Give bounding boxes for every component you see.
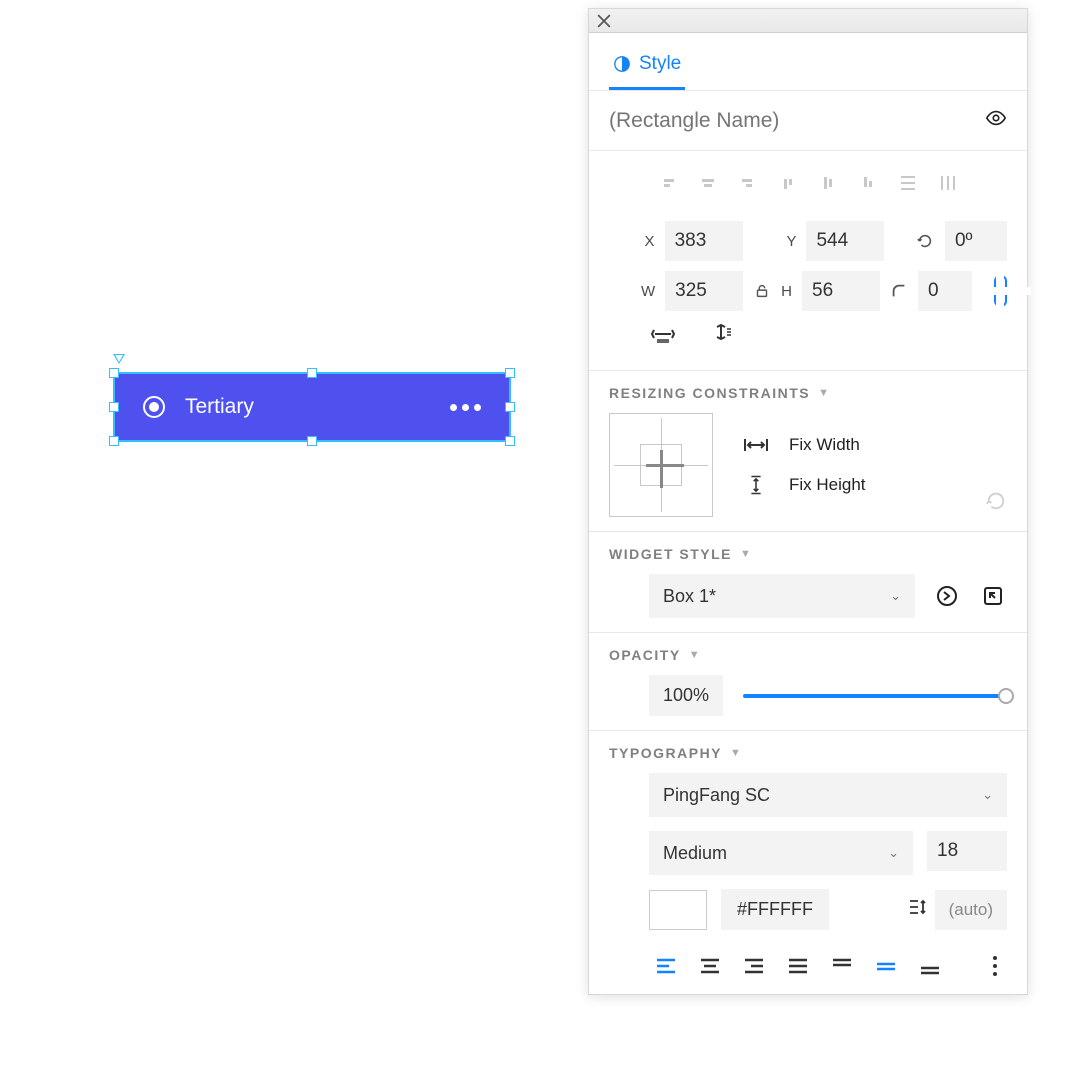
font-size-input[interactable] xyxy=(927,831,1007,871)
font-family-select[interactable]: PingFang SC ⌄ xyxy=(649,773,1007,817)
distribute-v-icon[interactable] xyxy=(931,169,965,197)
corner-radius-icon xyxy=(890,282,908,300)
align-left-icon[interactable] xyxy=(651,169,685,197)
typography-section: TYPOGRAPHY▼ PingFang SC ⌄ Medium ⌄ #FFFF… xyxy=(589,731,1027,994)
opacity-section: OPACITY▼ 100% xyxy=(589,633,1027,731)
h-label: H xyxy=(781,283,792,300)
text-align-right-icon[interactable] xyxy=(737,952,771,980)
rotate-icon[interactable] xyxy=(915,232,935,250)
close-icon[interactable] xyxy=(597,14,611,28)
detach-style-icon[interactable] xyxy=(979,582,1007,610)
text-align-left-icon[interactable] xyxy=(649,952,683,980)
constraint-diagram[interactable] xyxy=(609,413,713,517)
constraints-section: RESIZING CONSTRAINTS▼ Fix Width Fix Heig… xyxy=(589,371,1027,532)
visibility-icon[interactable] xyxy=(985,107,1007,134)
inspector-panel: Style X Y W xyxy=(588,8,1028,995)
align-bottom-icon[interactable] xyxy=(851,169,885,197)
text-color-hex[interactable]: #FFFFFF xyxy=(721,889,829,930)
fix-height-toggle[interactable]: Fix Height xyxy=(743,475,866,495)
more-options-icon[interactable] xyxy=(993,956,997,976)
align-hcenter-icon[interactable] xyxy=(691,169,725,197)
element-name-input[interactable] xyxy=(609,109,985,133)
tab-style-label: Style xyxy=(639,53,681,75)
widget-style-section: WIDGET STYLE▼ Box 1* ⌄ xyxy=(589,532,1027,633)
fit-content-button[interactable] xyxy=(994,275,1007,307)
selected-widget[interactable]: Tertiary xyxy=(113,372,511,442)
height-input[interactable] xyxy=(802,271,880,311)
element-name-row xyxy=(589,91,1027,151)
y-input[interactable] xyxy=(806,221,884,261)
reset-constraints-icon[interactable] xyxy=(985,490,1007,517)
tabs: Style xyxy=(589,33,1027,91)
x-label: X xyxy=(641,233,655,250)
align-right-icon[interactable] xyxy=(731,169,765,197)
auto-height-icon[interactable] xyxy=(709,323,733,350)
resize-handle[interactable] xyxy=(109,402,119,412)
text-align-center-icon[interactable] xyxy=(693,952,727,980)
chevron-down-icon: ⌄ xyxy=(890,588,901,604)
widget-style-select[interactable]: Box 1* ⌄ xyxy=(649,574,915,618)
w-label: W xyxy=(641,283,655,300)
font-weight-select[interactable]: Medium ⌄ xyxy=(649,831,913,875)
resize-handle[interactable] xyxy=(505,368,515,378)
constraints-header[interactable]: RESIZING CONSTRAINTS▼ xyxy=(609,385,1007,401)
opacity-slider[interactable] xyxy=(743,694,1007,698)
text-color-swatch[interactable] xyxy=(649,890,707,930)
tab-style[interactable]: Style xyxy=(609,47,685,90)
slider-thumb[interactable] xyxy=(998,688,1014,704)
widget-style-header[interactable]: WIDGET STYLE▼ xyxy=(609,546,1007,562)
alignment-row xyxy=(609,165,1007,211)
lock-aspect-icon[interactable] xyxy=(753,282,771,300)
caret-down-icon: ▼ xyxy=(740,548,752,560)
width-input[interactable] xyxy=(665,271,743,311)
widget-label: Tertiary xyxy=(185,395,450,419)
chevron-down-icon: ⌄ xyxy=(888,845,899,861)
text-align-justify-icon[interactable] xyxy=(781,952,815,980)
typography-header[interactable]: TYPOGRAPHY▼ xyxy=(609,745,1007,761)
opacity-header[interactable]: OPACITY▼ xyxy=(609,647,1007,663)
panel-titlebar[interactable] xyxy=(589,9,1027,33)
distribute-h-icon[interactable] xyxy=(891,169,925,197)
text-valign-top-icon[interactable] xyxy=(825,952,859,980)
radius-input[interactable] xyxy=(918,271,972,311)
caret-down-icon: ▼ xyxy=(818,387,830,399)
fix-width-toggle[interactable]: Fix Width xyxy=(743,435,866,455)
align-top-icon[interactable] xyxy=(771,169,805,197)
resize-handle[interactable] xyxy=(505,436,515,446)
auto-width-icon[interactable] xyxy=(651,323,675,350)
resize-handle[interactable] xyxy=(109,436,119,446)
resize-handle[interactable] xyxy=(307,436,317,446)
align-vcenter-icon[interactable] xyxy=(811,169,845,197)
radio-icon xyxy=(143,396,165,418)
text-valign-bottom-icon[interactable] xyxy=(913,952,947,980)
chevron-down-icon: ⌄ xyxy=(982,787,993,803)
resize-handle[interactable] xyxy=(109,368,119,378)
y-label: Y xyxy=(783,233,797,250)
resize-handle[interactable] xyxy=(505,402,515,412)
canvas[interactable]: Tertiary xyxy=(0,0,588,1078)
geometry-section: X Y W H xyxy=(589,151,1027,371)
caret-down-icon: ▼ xyxy=(730,747,742,759)
x-input[interactable] xyxy=(665,221,743,261)
opacity-value[interactable]: 100% xyxy=(649,675,723,716)
collapse-marker-icon[interactable] xyxy=(113,354,125,364)
resize-handle[interactable] xyxy=(307,368,317,378)
apply-style-icon[interactable] xyxy=(933,582,961,610)
style-icon xyxy=(613,55,631,73)
text-valign-middle-icon[interactable] xyxy=(869,952,903,980)
more-icon xyxy=(450,404,481,411)
caret-down-icon: ▼ xyxy=(689,649,701,661)
line-height-input[interactable]: (auto) xyxy=(935,890,1007,930)
rotation-input[interactable] xyxy=(945,221,1007,261)
line-height-icon xyxy=(907,897,927,922)
